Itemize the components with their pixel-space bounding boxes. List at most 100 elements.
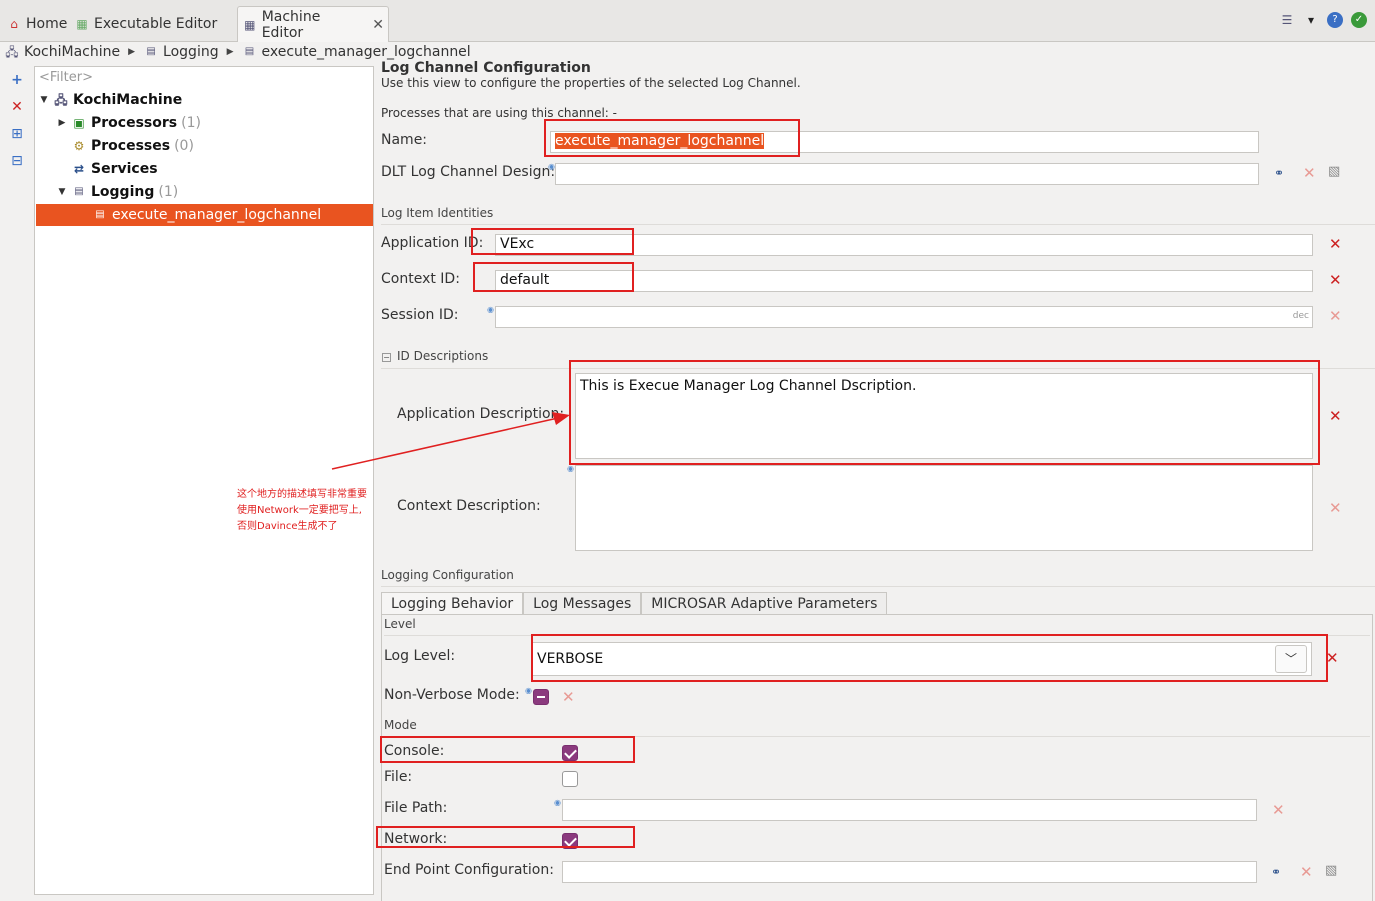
close-icon[interactable]: ✕ — [372, 17, 384, 33]
breadcrumb-item[interactable]: execute_manager_logchannel — [262, 44, 471, 60]
open-reference-icon[interactable]: ▧ — [1325, 863, 1337, 878]
tab-microsar-params[interactable]: MICROSAR Adaptive Parameters — [641, 592, 888, 614]
app-description-textarea[interactable]: This is Execue Manager Log Channel Dscri… — [575, 373, 1313, 459]
view-menu-icon[interactable]: ☰ — [1279, 12, 1295, 28]
clear-icon[interactable]: ✕ — [1272, 801, 1285, 819]
tree-node-logchannel[interactable]: ▤ execute_manager_logchannel — [36, 204, 373, 226]
log-item-identities-section: Log Item Identities — [381, 206, 494, 220]
divider — [381, 586, 1375, 587]
collapse-all-icon[interactable]: ⊟ — [9, 153, 25, 169]
collapse-icon[interactable]: − — [382, 353, 391, 362]
clear-icon[interactable]: ✕ — [1329, 271, 1342, 289]
logging-config-section: Logging Configuration — [381, 568, 514, 582]
log-level-value: VERBOSE — [537, 651, 604, 667]
chevron-right-icon[interactable]: ▶ — [57, 118, 67, 128]
dlt-design-input[interactable] — [555, 163, 1259, 185]
tab-label: Home — [26, 16, 68, 32]
open-reference-icon[interactable]: ▧ — [1328, 164, 1340, 179]
info-icon: ◉ — [567, 464, 574, 473]
log-level-label: Log Level: — [384, 648, 456, 664]
file-checkbox[interactable] — [562, 771, 578, 787]
processor-icon: ▣ — [73, 116, 85, 130]
info-icon: ◉ — [554, 798, 561, 807]
check-icon[interactable]: ✓ — [1351, 12, 1367, 28]
clear-icon[interactable]: ✕ — [1326, 649, 1339, 667]
log-level-select[interactable]: VERBOSE ﹀ — [532, 642, 1312, 676]
delete-icon[interactable]: ✕ — [9, 99, 25, 115]
machine-icon: 🖧 — [5, 45, 19, 59]
log-icon: ▤ — [95, 209, 105, 220]
clear-icon[interactable]: ✕ — [1329, 407, 1342, 425]
info-icon: ◉ — [548, 162, 555, 171]
tree-node-count: (0) — [174, 138, 194, 154]
session-id-input[interactable]: dec — [495, 306, 1313, 328]
log-icon: ▤ — [244, 46, 255, 57]
clear-icon[interactable]: ✕ — [1329, 235, 1342, 253]
clear-icon[interactable]: ✕ — [1300, 863, 1313, 881]
clear-icon[interactable]: ✕ — [1329, 307, 1342, 325]
tab-executable-editor[interactable]: ▦ Executable Editor — [70, 6, 221, 42]
expand-all-icon[interactable]: ⊞ — [9, 126, 25, 142]
file-path-input[interactable] — [562, 799, 1257, 821]
tree-node-root[interactable]: ▼ 🖧 KochiMachine — [39, 89, 183, 111]
log-channel-form: Log Channel Configuration Use this view … — [374, 60, 1375, 901]
tab-home[interactable]: ⌂ Home — [2, 6, 71, 42]
tree-filter-input[interactable]: <Filter> — [39, 70, 93, 85]
non-verbose-checkbox[interactable] — [533, 689, 549, 705]
tree-node-label: execute_manager_logchannel — [112, 207, 322, 223]
context-id-input[interactable]: default — [495, 270, 1313, 292]
tree-node-logging[interactable]: ▼ ▤ Logging (1) — [57, 181, 179, 203]
chevron-right-icon: ▶ — [226, 47, 234, 57]
annotation-line: 这个地方的描述填写非常重要 — [237, 489, 367, 500]
home-icon: ⌂ — [10, 17, 18, 31]
tab-tools: ☰ ▾ ? ✓ — [1279, 12, 1367, 28]
context-description-textarea[interactable] — [575, 465, 1313, 551]
endpoint-label: End Point Configuration: — [384, 862, 554, 878]
tab-machine-editor[interactable]: ▦ Machine Editor ✕ — [237, 6, 389, 42]
editor-icon: ▦ — [76, 17, 88, 31]
process-gear-icon: ⚙ — [73, 139, 85, 153]
file-label: File: — [384, 769, 413, 785]
id-descriptions-section: ID Descriptions — [397, 349, 489, 363]
annotation-note: 这个地方的描述填写非常重要 使用Network一定要把写上, 否则Davince… — [237, 487, 387, 535]
context-id-label: Context ID: — [381, 271, 460, 287]
annotation-line: 否则Davince生成不了 — [237, 521, 338, 532]
chevron-down-icon[interactable]: ▾ — [1303, 12, 1319, 28]
app-id-input[interactable]: VExc — [495, 234, 1313, 256]
link-icon[interactable]: ⚭ — [1274, 166, 1284, 180]
name-label: Name: — [381, 132, 428, 148]
tab-label: Executable Editor — [94, 16, 218, 32]
tab-log-messages[interactable]: Log Messages — [523, 592, 642, 614]
level-section: Level — [384, 617, 416, 631]
tree-node-processes[interactable]: ⚙ Processes (0) — [57, 135, 194, 157]
add-icon[interactable]: + — [9, 72, 25, 88]
tree-node-services[interactable]: ⇄ Services — [57, 158, 158, 180]
chevron-down-icon[interactable]: ﹀ — [1275, 645, 1307, 673]
machine-icon: 🖧 — [54, 93, 68, 107]
tab-logging-behavior[interactable]: Logging Behavior — [381, 592, 524, 614]
chevron-down-icon[interactable]: ▼ — [39, 95, 49, 105]
chevron-down-icon[interactable]: ▼ — [57, 187, 67, 197]
network-checkbox[interactable] — [562, 833, 578, 849]
clear-icon[interactable]: ✕ — [1303, 164, 1316, 182]
mode-section: Mode — [384, 718, 417, 732]
tree-node-processors[interactable]: ▶ ▣ Processors (1) — [57, 112, 201, 134]
divider — [384, 736, 1370, 737]
divider — [384, 635, 1370, 636]
endpoint-input[interactable] — [562, 861, 1257, 883]
help-icon[interactable]: ? — [1327, 12, 1343, 28]
clear-icon[interactable]: ✕ — [1329, 499, 1342, 517]
tree-node-label: Logging — [91, 184, 155, 200]
services-icon: ⇄ — [73, 162, 85, 176]
link-icon[interactable]: ⚭ — [1271, 865, 1281, 879]
clear-icon[interactable]: ✕ — [562, 688, 575, 706]
name-input[interactable]: execute_manager_logchannel — [550, 131, 1259, 153]
breadcrumb-item[interactable]: Logging — [163, 44, 219, 60]
breadcrumb-item[interactable]: KochiMachine — [24, 44, 120, 60]
console-checkbox[interactable] — [562, 745, 578, 761]
app-description-label: Application Description: — [397, 406, 565, 422]
session-id-unit: dec — [1292, 311, 1309, 321]
editor-tab-bar: ⌂ Home ▦ Executable Editor ▦ Machine Edi… — [0, 0, 1375, 42]
tree-node-count: (1) — [158, 184, 179, 200]
log-icon: ▤ — [146, 46, 156, 57]
